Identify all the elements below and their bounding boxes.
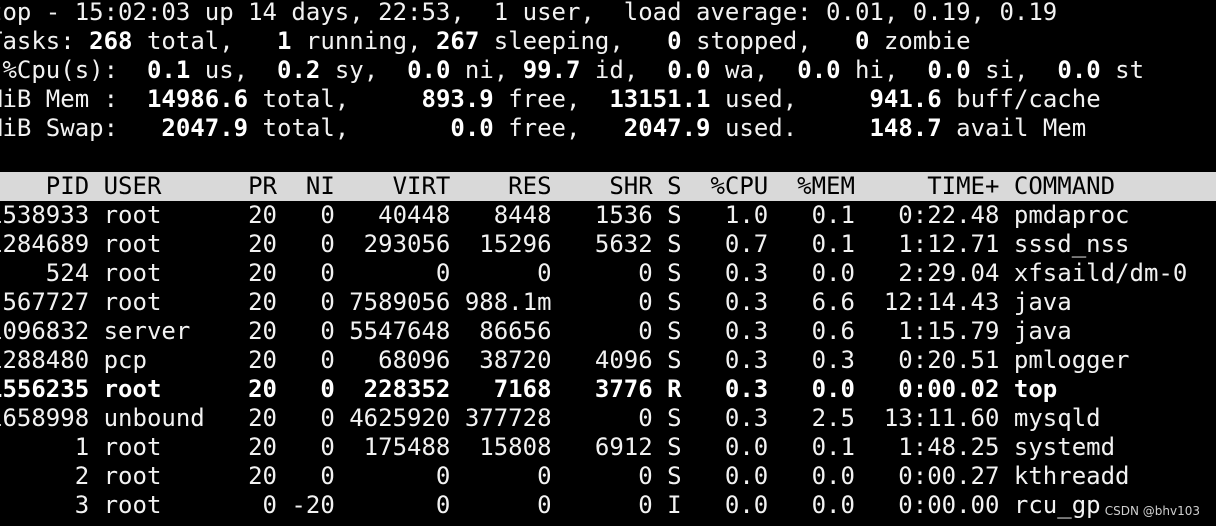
mem-free: 893.9	[421, 85, 494, 113]
tasks-line: Tasks: 268 total, 1 running, 267 sleepin…	[0, 27, 1216, 56]
swap-free-suffix: free,	[493, 114, 624, 142]
cpu-ni: 0.0	[407, 56, 451, 84]
table-row[interactable]: 524 root 20 0 0 0 0 S 0.3 0.0 2:29.04 xf…	[0, 259, 1216, 288]
cpu-si: 0.0	[927, 56, 971, 84]
table-row-current[interactable]: 1556235 root 20 0 228352 7168 3776 R 0.3…	[0, 375, 1216, 404]
tasks-total-suffix: total,	[132, 27, 278, 55]
cpu-label: %Cpu(s):	[0, 56, 147, 84]
cpu-ni-suffix: ni,	[450, 56, 523, 84]
mem-total: 14986.6	[146, 85, 249, 113]
row-text: 2 root 20 0 0 0 0 S 0.0 0.0 0:00.27 kthr…	[0, 462, 1130, 490]
tasks-sleeping: 267	[435, 27, 480, 55]
tasks-stopped: 0	[667, 27, 682, 55]
mem-buff: 941.6	[869, 85, 942, 113]
row-text: 567727 root 20 0 7589056 988.1m 0 S 0.3 …	[0, 288, 1072, 316]
tasks-zombie: 0	[855, 27, 870, 55]
swap-used-suffix: used.	[710, 114, 870, 142]
mem-buff-suffix: buff/cache	[941, 85, 1101, 113]
cpu-hi: 0.0	[797, 56, 841, 84]
cpu-si-suffix: si,	[970, 56, 1058, 84]
mem-free-suffix: free,	[493, 85, 610, 113]
table-row[interactable]: 567727 root 20 0 7589056 988.1m 0 S 0.3 …	[0, 288, 1216, 317]
row-text: 524 root 20 0 0 0 0 S 0.3 0.0 2:29.04 xf…	[0, 259, 1188, 287]
row-text: 1284689 root 20 0 293056 15296 5632 S 0.…	[0, 230, 1130, 258]
cpu-id-suffix: id,	[580, 56, 668, 84]
row-text: 1288480 pcp 20 0 68096 38720 4096 S 0.3 …	[0, 346, 1130, 374]
table-row[interactable]: 1284689 root 20 0 293056 15296 5632 S 0.…	[0, 230, 1216, 259]
row-text: 1 root 20 0 175488 15808 6912 S 0.0 0.1 …	[0, 433, 1116, 461]
tasks-running: 1	[277, 27, 292, 55]
row-text: 1658998 unbound 20 0 4625920 377728 0 S …	[0, 404, 1101, 432]
cpu-us-suffix: us,	[190, 56, 278, 84]
row-text: 1096832 server 20 0 5547648 86656 0 S 0.…	[0, 317, 1072, 345]
table-row[interactable]: 3 root 0 -20 0 0 0 I 0.0 0.0 0:00.00 rcu…	[0, 491, 1216, 520]
row-text: 1538933 root 20 0 40448 8448 1536 S 1.0 …	[0, 201, 1130, 229]
table-row[interactable]: 2 root 20 0 0 0 0 S 0.0 0.0 0:00.27 kthr…	[0, 462, 1216, 491]
watermark: CSDN @bhv103	[1104, 504, 1200, 518]
cpu-wa: 0.0	[667, 56, 711, 84]
table-row[interactable]: 1 root 20 0 175488 15808 6912 S 0.0 0.1 …	[0, 433, 1216, 462]
tasks-stopped-suffix: stopped,	[681, 27, 856, 55]
mem-used-suffix: used,	[710, 85, 870, 113]
cpu-wa-suffix: wa,	[710, 56, 798, 84]
table-header: PID USER PR NI VIRT RES SHR S %CPU %MEM …	[0, 172, 1216, 201]
terminal[interactable]: top - 15:02:03 up 14 days, 22:53, 1 user…	[0, 0, 1216, 520]
process-table: 1538933 root 20 0 40448 8448 1536 S 1.0 …	[0, 201, 1216, 520]
cpu-id: 99.7	[522, 56, 581, 84]
table-row[interactable]: 1288480 pcp 20 0 68096 38720 4096 S 0.3 …	[0, 346, 1216, 375]
tasks-zombie-suffix: zombie	[869, 27, 971, 55]
cpu-line: %Cpu(s): 0.1 us, 0.2 sy, 0.0 ni, 99.7 id…	[0, 56, 1216, 85]
swap-avail-suffix: avail Mem	[941, 114, 1087, 142]
mem-label: MiB Mem :	[0, 85, 147, 113]
tasks-sleeping-suffix: sleeping,	[479, 27, 668, 55]
cpu-hi-suffix: hi,	[840, 56, 928, 84]
swap-total-suffix: total,	[248, 114, 451, 142]
swap-label: MiB Swap:	[0, 114, 162, 142]
mem-line: MiB Mem : 14986.6 total, 893.9 free, 131…	[0, 85, 1216, 114]
cpu-us: 0.1	[146, 56, 191, 84]
swap-free: 0.0	[450, 114, 494, 142]
cpu-sy-suffix: sy,	[320, 56, 408, 84]
mem-total-suffix: total,	[248, 85, 422, 113]
tasks-label: Tasks:	[0, 27, 75, 55]
table-row[interactable]: 1538933 root 20 0 40448 8448 1536 S 1.0 …	[0, 201, 1216, 230]
cpu-st-suffix: st	[1100, 56, 1145, 84]
swap-avail: 148.7	[869, 114, 942, 142]
table-row[interactable]: 1096832 server 20 0 5547648 86656 0 S 0.…	[0, 317, 1216, 346]
uptime-line: top - 15:02:03 up 14 days, 22:53, 1 user…	[0, 0, 1058, 26]
tasks-total: 268	[89, 27, 133, 55]
swap-line: MiB Swap: 2047.9 total, 0.0 free, 2047.9…	[0, 114, 1216, 143]
cpu-st: 0.0	[1057, 56, 1101, 84]
row-text: 1556235 root 20 0 228352 7168 3776 R 0.3…	[0, 375, 1058, 403]
mem-used: 13151.1	[609, 85, 711, 113]
cpu-sy: 0.2	[277, 56, 321, 84]
swap-total: 2047.9	[161, 114, 249, 142]
tasks-running-suffix: running,	[291, 27, 436, 55]
row-text: 3 root 0 -20 0 0 0 I 0.0 0.0 0:00.00 rcu…	[0, 491, 1101, 519]
swap-used: 2047.9	[623, 114, 711, 142]
table-row[interactable]: 1658998 unbound 20 0 4625920 377728 0 S …	[0, 404, 1216, 433]
